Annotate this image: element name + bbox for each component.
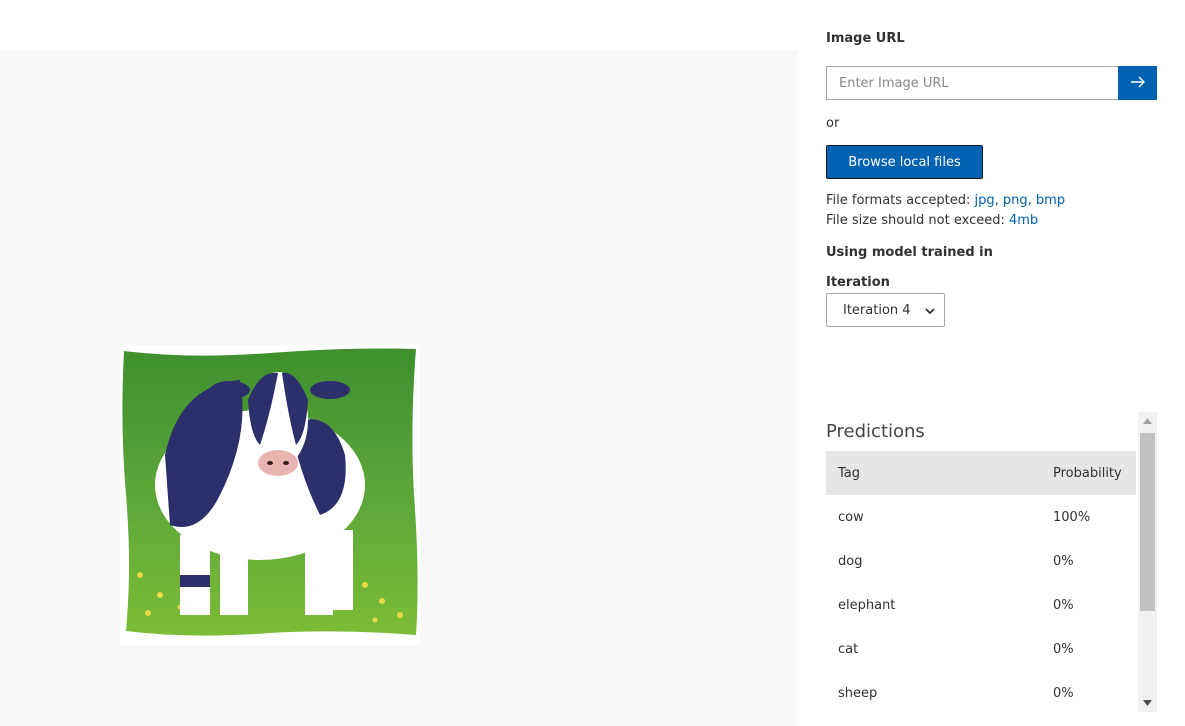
predictions-scrollbar[interactable] [1138,412,1157,712]
tag-cell: cat [838,641,859,657]
scroll-up-arrow-icon[interactable] [1138,412,1157,430]
table-row: cat 0% [826,627,1136,671]
tag-cell: sheep [838,685,878,701]
tag-cell: cow [838,509,864,525]
browse-local-files-button[interactable]: Browse local files [826,145,983,179]
table-row: elephant 0% [826,583,1136,627]
or-separator: or [826,116,840,131]
predictions-title: Predictions [826,421,925,442]
probability-cell: 100% [1053,509,1091,525]
probability-cell: 0% [1053,553,1074,569]
iteration-label: Iteration [826,275,890,290]
image-url-label: Image URL [826,31,905,46]
file-size-info: File size should not exceed: 4mb [826,213,1038,228]
submit-url-button[interactable] [1118,66,1157,100]
column-header-probability: Probability [1053,465,1122,481]
table-row: cow 100% [826,495,1136,539]
chevron-down-icon [924,305,936,321]
file-size-value: 4mb [1009,213,1039,228]
arrow-right-icon [1130,74,1146,93]
iteration-dropdown[interactable]: Iteration 4 [826,293,945,327]
file-size-label: File size should not exceed: [826,213,1005,228]
scroll-down-arrow-icon[interactable] [1138,694,1157,712]
image-url-row [826,66,1157,100]
image-url-input[interactable] [826,66,1118,100]
tag-cell: elephant [838,597,896,613]
probability-cell: 0% [1053,597,1074,613]
tag-cell: dog [838,553,863,569]
file-formats-info: File formats accepted: jpg, png, bmp [826,193,1065,208]
probability-cell: 0% [1053,685,1074,701]
uploaded-image [120,345,420,645]
table-row: dog 0% [826,539,1136,583]
side-panel: Image URL or Browse local files File for… [826,0,1166,726]
predictions-table: Tag Probability cow 100% dog 0% elephant… [826,451,1136,715]
iteration-selected-value: Iteration 4 [843,302,911,318]
image-preview-pane [0,50,797,726]
table-row: sheep 0% [826,671,1136,715]
scrollbar-thumb[interactable] [1140,433,1155,611]
table-header: Tag Probability [826,451,1136,495]
probability-cell: 0% [1053,641,1074,657]
column-header-tag: Tag [838,465,861,481]
file-formats-label: File formats accepted: [826,193,971,208]
model-heading: Using model trained in [826,245,993,260]
file-formats-value: jpg, png, bmp [974,193,1066,208]
